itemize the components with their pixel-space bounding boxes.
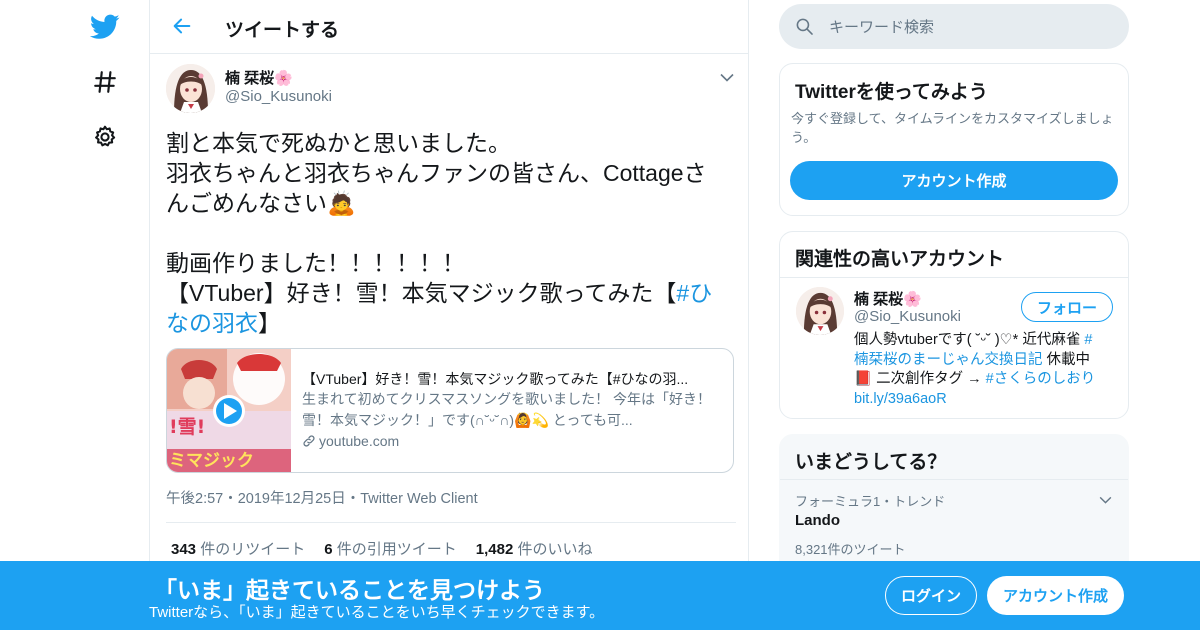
login-button[interactable]: ログイン: [885, 576, 977, 615]
card-description: 生まれて初めてクリスマスソングを歌いました！ 今年は「好き！雪！本気マジック！」…: [302, 391, 712, 428]
related-panel-title: 関連性の高いアカウント: [795, 249, 1005, 270]
create-account-button[interactable]: アカウント作成: [790, 161, 1118, 200]
trends-panel-header: いまどうしてる？: [780, 435, 1128, 480]
follow-button[interactable]: フォロー: [1021, 292, 1113, 322]
likes-stat[interactable]: 1,482 件のいいね: [476, 538, 593, 559]
arrow-left-icon: [173, 18, 191, 34]
search-box[interactable]: [779, 4, 1129, 49]
avatar-illustration: [796, 287, 844, 335]
hashtag-link[interactable]: #ひ: [676, 280, 712, 306]
hashtag-icon: [94, 71, 116, 93]
tweet-text: 割と本気で死ぬかと思いました。 羽衣ちゃんと羽衣ちゃんファンの皆さん、Cotta…: [166, 128, 736, 338]
related-account-avatar[interactable]: [796, 287, 844, 335]
trend-name: Lando: [795, 512, 840, 529]
avatar-illustration: [166, 64, 215, 113]
signup-panel-title: Twitterを使ってみよう: [795, 82, 988, 103]
quotes-count: 6: [324, 541, 333, 558]
page-title: ツイートする: [225, 20, 340, 41]
tweet-text-line: 【VTuber】好き！雪！本気マジック歌ってみた【#ひ: [166, 278, 736, 308]
bio-text: 📕 二次創作タグ →: [854, 371, 986, 387]
signup-panel: Twitterを使ってみよう 今すぐ登録して、タイムラインをカスタマイズしましょ…: [779, 63, 1129, 216]
chevron-down-icon: [1099, 496, 1111, 504]
tweet-text-line: んごめんなさい🙇: [166, 190, 356, 216]
related-panel-header: 関連性の高いアカウント: [780, 232, 1128, 278]
card-domain-text: youtube.com: [319, 433, 400, 449]
tweet-text-segment: 】: [258, 310, 281, 336]
bio-hashtag-link[interactable]: #さくらのしおり: [986, 371, 1096, 387]
search-icon: [796, 18, 813, 35]
tweet-text-line: 羽衣ちゃんと羽衣ちゃんファンの皆さん、Cottageさ: [166, 160, 707, 186]
trend-menu-button[interactable]: [1096, 491, 1114, 509]
bio-url-link[interactable]: bit.ly/39a6aoR: [854, 391, 947, 407]
tweet-text-line: なの羽衣】: [166, 308, 736, 338]
author-handle[interactable]: @Sio_Kusunoki: [225, 88, 332, 105]
explore-button[interactable]: [86, 63, 124, 101]
banner-subtitle: Twitterなら、「いま」起きていることをいち早くチェックできます。: [149, 604, 605, 621]
related-account-handle[interactable]: @Sio_Kusunoki: [854, 308, 961, 325]
author-name[interactable]: 楠 栞桜🌸: [225, 67, 293, 88]
card-body: 【VTuber】好き！雪！本気マジック歌ってみた【#ひなの羽... 生まれて初め…: [302, 369, 722, 451]
related-account-bio: 個人勢vtuberです( ˘ᵕ˘ )♡* 近代麻雀 # 楠栞桜のまーじゃん交換日…: [854, 331, 1119, 409]
divider: [166, 522, 736, 523]
left-nav: [0, 0, 150, 630]
retweets-stat[interactable]: 343 件のリツイート: [171, 538, 305, 559]
bio-line: 楠栞桜のまーじゃん交換日記 休載中: [854, 351, 1119, 371]
retweets-count: 343: [171, 541, 197, 558]
bottom-signup-banner: 「いま」起きていることを見つけよう Twitterなら、「いま」起きていることを…: [0, 561, 1200, 630]
thumbnail-illustration: !雪! ミマジック: [167, 349, 291, 472]
thumbnail-text: ミマジック: [169, 451, 254, 471]
video-thumbnail: !雪! ミマジック: [167, 349, 291, 472]
bio-line: bit.ly/39a6aoR: [854, 390, 1119, 410]
thumbnail-text: !雪!: [169, 416, 205, 438]
link-card[interactable]: !雪! ミマジック 【VTuber】好き！雪！本気マジック歌ってみた【#ひなの羽…: [166, 348, 734, 473]
related-accounts-panel: 関連性の高いアカウント 楠 栞桜🌸 @Sio_Kusunoki フォロー 個人勢…: [779, 231, 1129, 419]
banner-title: 「いま」起きていることを見つけよう: [154, 577, 545, 603]
trend-context: フォーミュラ1・トレンド: [795, 494, 946, 509]
hashtag-link-continued[interactable]: なの羽衣: [166, 310, 258, 336]
bio-text: 休載中: [1042, 351, 1091, 368]
tweet-timestamp[interactable]: 午後2:57・2019年12月25日・Twitter Web Client: [166, 487, 478, 508]
signup-panel-description: 今すぐ登録して、タイムラインをカスタマイズしましょう。: [791, 111, 1114, 145]
quotes-label: 件の引用ツイート: [336, 541, 457, 558]
chevron-down-icon: [720, 73, 734, 82]
back-button[interactable]: [168, 12, 196, 40]
card-domain: youtube.com: [302, 431, 722, 451]
likes-count: 1,482: [475, 541, 514, 558]
retweets-label: 件のリツイート: [200, 541, 306, 558]
twitter-bird-icon: [90, 14, 120, 39]
gear-icon: [95, 125, 116, 147]
related-account-name[interactable]: 楠 栞桜🌸: [854, 288, 922, 309]
tweet-text-line: 動画作りました！！！！！！: [166, 250, 465, 276]
bio-line: 📕 二次創作タグ → #さくらのしおり: [854, 370, 1119, 390]
tweet-stats: 343 件のリツイート 6 件の引用ツイート 1,482 件のいいね: [171, 538, 592, 559]
settings-button[interactable]: [86, 118, 124, 156]
tweet-menu-button[interactable]: [716, 66, 738, 88]
bio-line: 個人勢vtuberです( ˘ᵕ˘ )♡* 近代麻雀 #: [854, 331, 1119, 351]
quotes-stat[interactable]: 6 件の引用ツイート: [324, 538, 457, 559]
likes-label: 件のいいね: [517, 541, 593, 558]
tweet-text-segment: 【VTuber】好き！雪！本気マジック歌ってみた【: [166, 280, 677, 306]
tweet-text-line: 割と本気で死ぬかと思いました。: [166, 130, 511, 156]
trend-tweet-count: 8,321件のツイート: [795, 542, 906, 557]
link-icon: [303, 435, 315, 447]
trends-panel-title: いまどうしてる？: [795, 452, 947, 473]
main-column: ツイートする 楠 栞桜🌸 @Sio_Kusunoki 割と本気で死ぬかと思いまし…: [149, 0, 749, 630]
main-header: ツイートする: [150, 0, 748, 54]
signup-button[interactable]: アカウント作成: [987, 576, 1124, 615]
twitter-logo-button[interactable]: [86, 8, 124, 46]
search-input[interactable]: [829, 16, 1109, 38]
bio-hashtag-link[interactable]: #: [1084, 332, 1092, 348]
bio-hashtag-link-continued[interactable]: 楠栞桜のまーじゃん交換日記: [854, 352, 1043, 368]
bio-text: 個人勢vtuberです( ˘ᵕ˘ )♡* 近代麻雀: [854, 332, 1085, 348]
author-avatar[interactable]: [166, 64, 215, 113]
card-title: 【VTuber】好き！雪！本気マジック歌ってみた【#ひなの羽...: [302, 371, 689, 387]
